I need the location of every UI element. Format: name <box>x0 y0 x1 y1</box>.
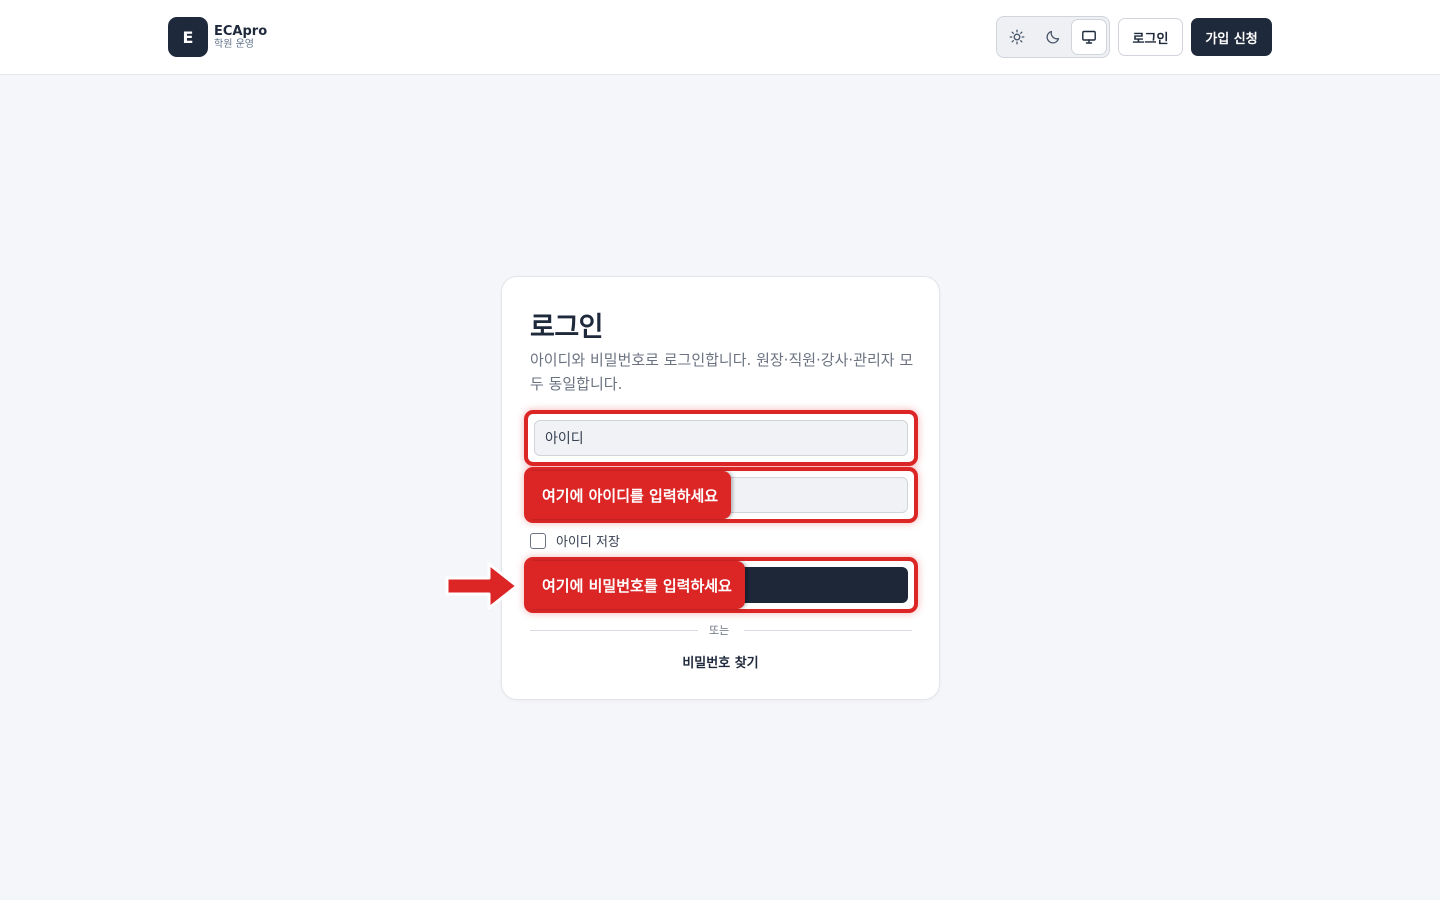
submit-button-highlight: 여기에 비밀번호를 입력하세요 <box>524 557 918 613</box>
divider-line-right <box>744 630 912 631</box>
id-input[interactable]: 아이디 <box>534 420 908 456</box>
id-input-placeholder: 아이디 <box>545 431 584 447</box>
login-description: 아이디와 비밀번호로 로그인합니다. 원장·직원·강사·관리자 모두 동일합니다… <box>530 351 914 393</box>
theme-system-button[interactable] <box>1072 20 1106 54</box>
id-annotation-tag: 여기에 아이디를 입력하세요 <box>528 471 732 519</box>
brand-logo: E <box>168 17 208 57</box>
divider-line-left <box>530 630 698 631</box>
divider-label: 또는 <box>709 624 730 637</box>
arrow-right-icon <box>445 562 519 610</box>
sun-icon <box>1009 29 1025 45</box>
moon-icon <box>1046 30 1060 44</box>
theme-light-button[interactable] <box>1000 20 1034 54</box>
password-annotation-tag: 여기에 비밀번호를 입력하세요 <box>528 561 745 609</box>
brand-text: ECApro 학원 운영 <box>214 25 267 50</box>
theme-toggle-group <box>996 16 1110 58</box>
id-field-highlight: 아이디 <box>524 410 918 466</box>
remember-id-checkbox[interactable] <box>530 532 546 549</box>
signup-button[interactable]: 가입 신청 <box>1191 18 1272 56</box>
login-card: 로그인 아이디와 비밀번호로 로그인합니다. 원장·직원·강사·관리자 모두 동… <box>445 276 940 700</box>
monitor-icon <box>1082 30 1096 44</box>
brand[interactable]: E ECApro 학원 운영 <box>168 17 267 57</box>
brand-initial: E <box>182 27 194 47</box>
theme-dark-button[interactable] <box>1036 20 1070 54</box>
brand-name: ECApro <box>214 23 268 39</box>
page-title: 로그인 <box>530 312 604 343</box>
remember-id-label: 아이디 저장 <box>556 535 620 550</box>
top-header: E ECApro 학원 운영 로그인 가입 신청 <box>0 0 1440 75</box>
brand-subtitle: 학원 운영 <box>214 38 254 50</box>
login-button[interactable]: 로그인 <box>1118 18 1183 56</box>
forgot-password-link[interactable]: 비밀번호 찾기 <box>502 652 939 671</box>
password-field-highlight: 여기에 아이디를 입력하세요 <box>524 467 918 523</box>
remember-id[interactable]: 아이디 저장 <box>530 531 620 550</box>
